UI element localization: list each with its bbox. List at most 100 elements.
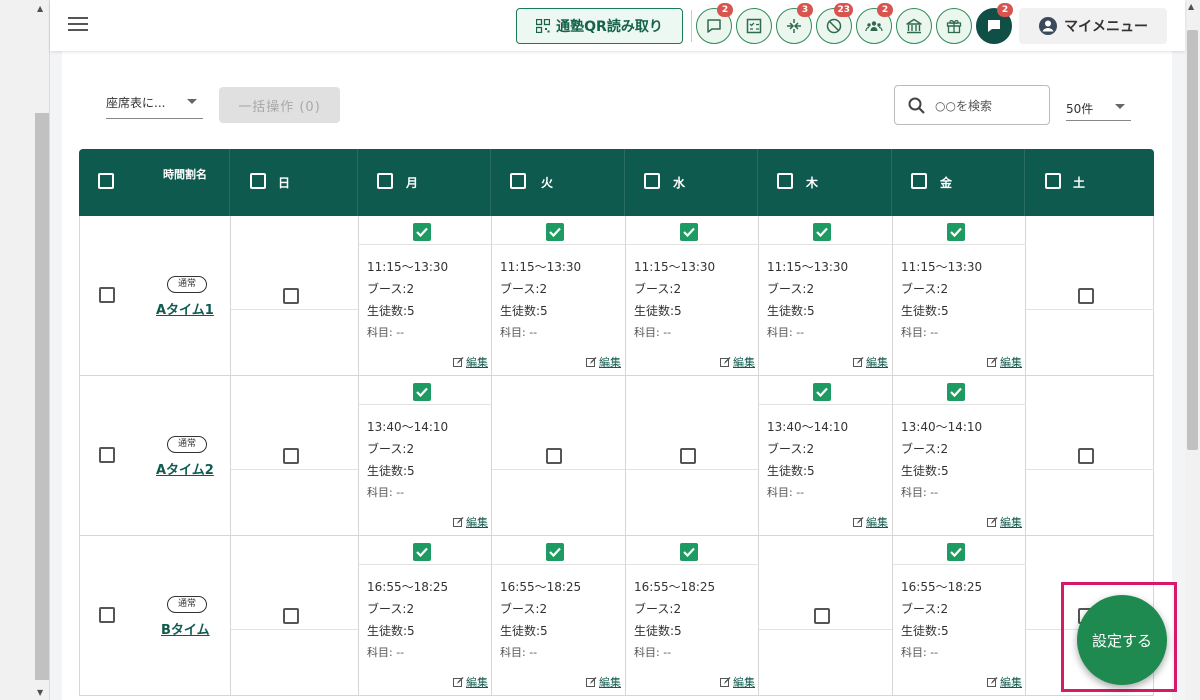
gift-button[interactable]: [936, 8, 972, 44]
search-box[interactable]: [894, 85, 1050, 125]
message-button[interactable]: 2: [976, 3, 1013, 44]
slot-checkbox-fri[interactable]: [947, 543, 965, 561]
day-checkbox-sun[interactable]: [250, 173, 266, 189]
slot-checkbox-wed[interactable]: [680, 543, 698, 561]
group-icon: [865, 21, 883, 32]
scroll-up-arrow-icon[interactable]: ▲: [37, 4, 43, 13]
slot-booth: ブース:2: [367, 602, 415, 616]
edit-link[interactable]: 編集: [987, 514, 1022, 530]
edit-icon: [987, 516, 998, 527]
right-scrollbar[interactable]: ▲: [1185, 0, 1200, 700]
slot-checkbox-sun[interactable]: [283, 608, 299, 624]
slot-checkbox-tue[interactable]: [546, 223, 564, 241]
seat-assign-select[interactable]: 座席表に...: [106, 87, 203, 119]
search-input[interactable]: [935, 96, 1045, 116]
slot-time: 11:15〜13:30: [767, 260, 849, 274]
slot-checkbox-thu[interactable]: [814, 608, 830, 624]
slot-checkbox-wed[interactable]: [680, 448, 696, 464]
slot-cell-wed: 11:15〜13:30 ブース:2 生徒数:5 科目: -- 編集: [626, 216, 759, 376]
slot-booth: ブース:2: [901, 282, 949, 296]
day-checkbox-sat[interactable]: [1045, 173, 1061, 189]
header-col-timeslot: 時間割名: [79, 149, 230, 216]
edit-link[interactable]: 編集: [720, 674, 755, 690]
slot-students: 生徒数:5: [500, 624, 548, 638]
edit-link[interactable]: 編集: [853, 514, 888, 530]
group-button[interactable]: 2: [856, 3, 893, 44]
row-checkbox[interactable]: [99, 607, 115, 623]
slot-checkbox-thu[interactable]: [813, 383, 831, 401]
timeslot-name-link[interactable]: Bタイム: [161, 619, 210, 638]
slot-time: 13:40〜14:10: [901, 420, 983, 434]
slot-checkbox-mon[interactable]: [413, 383, 431, 401]
slot-checkbox-sat[interactable]: [1078, 288, 1094, 304]
edit-link[interactable]: 編集: [987, 354, 1022, 370]
slot-checkbox-sun[interactable]: [283, 288, 299, 304]
edit-label: 編集: [466, 676, 488, 689]
edit-icon: [453, 516, 464, 527]
row-checkbox[interactable]: [99, 447, 115, 463]
day-checkbox-mon[interactable]: [377, 173, 393, 189]
timeslot-name-link[interactable]: Aタイム2: [156, 459, 214, 478]
settings-fab-button[interactable]: 設定する: [1077, 595, 1167, 685]
slot-time: 11:15〜13:30: [367, 260, 449, 274]
edit-label: 編集: [1000, 676, 1022, 689]
my-menu-button[interactable]: マイメニュー: [1019, 8, 1167, 44]
slot-checkbox-sat[interactable]: [1078, 448, 1094, 464]
transfer-button[interactable]: 3: [776, 3, 813, 44]
slot-subject: 科目: --: [500, 326, 538, 339]
scroll-down-arrow-icon[interactable]: ▼: [37, 688, 43, 697]
header-col-mon: 月: [358, 149, 491, 216]
slot-students: 生徒数:5: [901, 624, 949, 638]
row-checkbox[interactable]: [99, 287, 115, 303]
day-checkbox-wed[interactable]: [644, 173, 660, 189]
absence-button[interactable]: 23: [816, 3, 853, 44]
checklist-button[interactable]: [736, 8, 772, 44]
day-checkbox-tue[interactable]: [510, 173, 526, 189]
qr-scan-label: 通塾QR読み取り: [556, 19, 663, 35]
check-icon: [950, 547, 962, 558]
slot-checkbox-mon[interactable]: [413, 223, 431, 241]
check-icon: [950, 387, 962, 398]
checklist-icon: [746, 18, 762, 34]
edit-link[interactable]: 編集: [586, 354, 621, 370]
left-scrollbar[interactable]: ▲ ▼: [0, 0, 50, 700]
edit-link[interactable]: 編集: [453, 354, 488, 370]
per-page-select[interactable]: 50件: [1066, 92, 1131, 121]
edit-link[interactable]: 編集: [453, 514, 488, 530]
slot-subject: 科目: --: [901, 646, 939, 659]
slot-checkbox-fri[interactable]: [947, 383, 965, 401]
slot-checkbox-wed[interactable]: [680, 223, 698, 241]
chat-button[interactable]: 2: [696, 3, 733, 44]
edit-label: 編集: [466, 356, 488, 369]
timeslot-name-link[interactable]: Aタイム1: [156, 299, 214, 318]
scroll-up-arrow-icon[interactable]: ▲: [1188, 2, 1194, 11]
day-checkbox-fri[interactable]: [911, 173, 927, 189]
edit-link[interactable]: 編集: [720, 354, 755, 370]
header-col-sat: 土: [1025, 149, 1154, 216]
bulk-action-button[interactable]: 一括操作 (0): [219, 87, 340, 123]
slot-students: 生徒数:5: [500, 304, 548, 318]
edit-link[interactable]: 編集: [453, 674, 488, 690]
slot-checkbox-thu[interactable]: [813, 223, 831, 241]
slot-subject: 科目: --: [500, 646, 538, 659]
edit-link[interactable]: 編集: [853, 354, 888, 370]
scrollbar-thumb[interactable]: [1187, 30, 1198, 450]
slot-checkbox-tue[interactable]: [546, 543, 564, 561]
qr-scan-button[interactable]: 通塾QR読み取り: [516, 8, 683, 44]
select-all-checkbox[interactable]: [98, 173, 114, 189]
day-checkbox-thu[interactable]: [777, 173, 793, 189]
slot-checkbox-tue[interactable]: [546, 448, 562, 464]
scrollbar-thumb[interactable]: [35, 113, 49, 680]
slot-checkbox-fri[interactable]: [947, 223, 965, 241]
edit-link[interactable]: 編集: [586, 674, 621, 690]
school-button[interactable]: [896, 8, 932, 44]
check-icon: [683, 227, 695, 238]
slot-checkbox-mon[interactable]: [413, 543, 431, 561]
check-icon: [549, 547, 561, 558]
slot-checkbox-sun[interactable]: [283, 448, 299, 464]
table-row: 通常 Aタイム2 13:40〜14:10 ブース:2 生徒数:5 科目: -- …: [79, 376, 1154, 536]
hamburger-menu-icon[interactable]: [68, 17, 88, 33]
slot-cell-mon: 16:55〜18:25 ブース:2 生徒数:5 科目: -- 編集: [359, 536, 492, 696]
day-label-sun: 日: [278, 176, 291, 190]
edit-link[interactable]: 編集: [987, 674, 1022, 690]
